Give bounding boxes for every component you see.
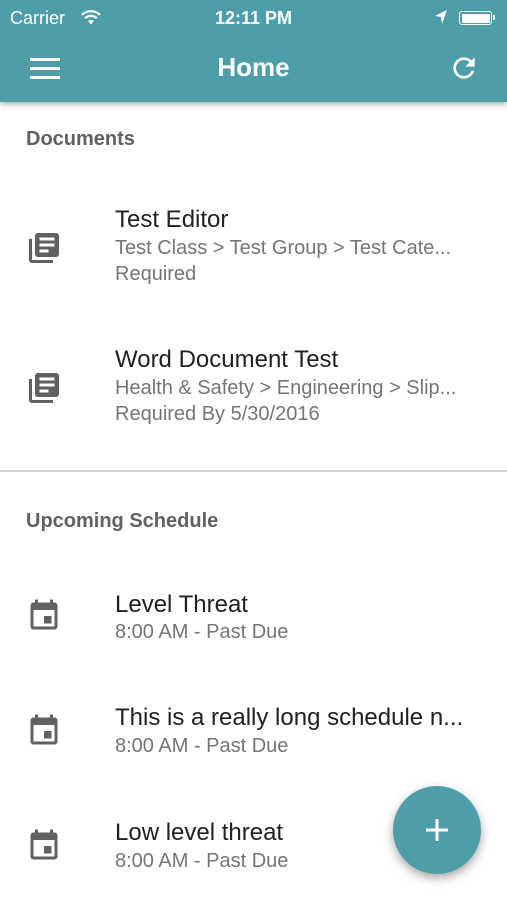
nav-bar: Home bbox=[0, 36, 507, 102]
documents-section-header: Documents bbox=[26, 128, 135, 150]
schedule-time: 8:00 AM - Past Due bbox=[115, 735, 289, 757]
document-status: Required bbox=[115, 263, 197, 285]
schedule-item[interactable]: Level Threat 8:00 AM - Past Due bbox=[0, 575, 507, 675]
document-item[interactable]: Word Document Test Health & Safety > Eng… bbox=[0, 330, 507, 440]
document-item[interactable]: Test Editor Test Class > Test Group > Te… bbox=[0, 190, 507, 300]
schedule-title: This is a really long schedule n... bbox=[115, 704, 464, 731]
calendar-event-icon bbox=[26, 828, 62, 864]
document-title: Test Editor bbox=[115, 206, 229, 233]
document-title: Word Document Test bbox=[115, 346, 339, 373]
status-bar: Carrier 12:11 PM bbox=[0, 0, 507, 36]
schedule-title: Level Threat bbox=[115, 591, 248, 618]
status-time: 12:11 PM bbox=[214, 8, 293, 28]
schedule-time: 8:00 AM - Past Due bbox=[115, 621, 289, 643]
document-list-icon bbox=[26, 230, 62, 266]
document-status: Required By 5/30/2016 bbox=[115, 403, 320, 425]
schedule-section-header: Upcoming Schedule bbox=[26, 510, 219, 532]
page-title: Home bbox=[217, 52, 290, 82]
plus-icon bbox=[426, 819, 448, 841]
calendar-event-icon bbox=[26, 598, 62, 634]
battery-icon bbox=[459, 11, 495, 25]
section-divider bbox=[0, 470, 507, 472]
document-path: Test Class > Test Group > Test Cate... bbox=[115, 237, 452, 259]
add-fab-button[interactable] bbox=[393, 786, 481, 874]
document-list-icon bbox=[26, 370, 62, 406]
refresh-button[interactable] bbox=[448, 52, 480, 84]
location-arrow-icon bbox=[434, 9, 448, 30]
schedule-item[interactable]: This is a really long schedule n... 8:00… bbox=[0, 690, 507, 790]
app-header: Carrier 12:11 PM Home bbox=[0, 0, 507, 102]
refresh-icon bbox=[453, 57, 475, 79]
calendar-event-icon bbox=[26, 713, 62, 749]
document-path: Health & Safety > Engineering > Slip... bbox=[115, 377, 457, 399]
